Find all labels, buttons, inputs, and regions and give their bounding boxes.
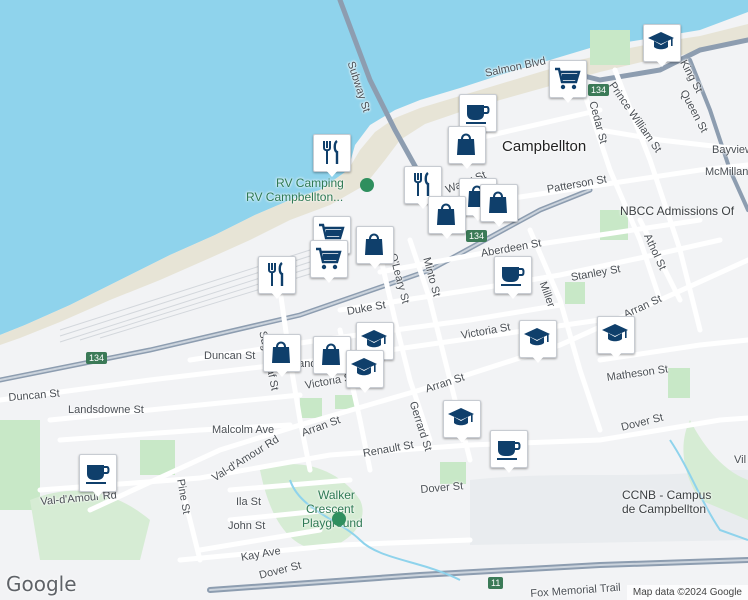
marker-pointer: [460, 161, 474, 169]
rv-campbellton-label[interactable]: RV Campbellton...: [246, 190, 343, 204]
marker-pointer: [492, 219, 506, 227]
marker-pointer: [455, 435, 469, 443]
street-label: Landsdowne St: [68, 404, 144, 416]
poi-marker-shopping-bag[interactable]: [263, 334, 301, 378]
rv-camping-label[interactable]: RV Camping: [276, 176, 344, 190]
poi-marker-shopping-bag[interactable]: [480, 184, 518, 228]
marker-pointer: [270, 291, 284, 299]
marker-pointer: [561, 95, 575, 103]
marker-pointer: [91, 489, 105, 497]
poi-marker-shopping-bag[interactable]: [448, 126, 486, 170]
marker-pointer: [368, 261, 382, 269]
poi-marker-grocery-cart[interactable]: [310, 240, 348, 284]
poi-marker-shopping-bag[interactable]: [428, 196, 466, 240]
route-shield: 11: [488, 577, 504, 589]
map-canvas[interactable]: Salmon Blvd Subway St King St Queen St P…: [0, 0, 748, 600]
poi-marker-school[interactable]: [597, 316, 635, 360]
street-label: Malcolm Ave: [212, 424, 275, 436]
marker-pointer: [506, 291, 520, 299]
poi-marker-coffee-cup[interactable]: [494, 256, 532, 300]
google-logo: Google: [6, 572, 77, 596]
poi-marker-shopping-bag[interactable]: [356, 226, 394, 270]
map-attribution[interactable]: Map data ©2024 Google: [626, 585, 748, 600]
campground-icon[interactable]: [360, 178, 374, 192]
marker-pointer: [531, 355, 545, 363]
poi-marker-school[interactable]: [643, 24, 681, 68]
street-label: Bayview: [712, 144, 748, 156]
street-label: John St: [228, 520, 266, 532]
marker-pointer: [502, 465, 516, 473]
poi-marker-grocery-cart[interactable]: [549, 60, 587, 104]
poi-marker-coffee-cup[interactable]: [490, 430, 528, 474]
street-label: Ila St: [236, 496, 262, 508]
poi-marker-coffee-cup[interactable]: [79, 454, 117, 498]
route-shield: 134: [86, 352, 108, 364]
poi-marker-restaurant[interactable]: [258, 256, 296, 300]
street-label: McMillan: [705, 166, 748, 178]
marker-pointer: [440, 231, 454, 239]
street-label: Duncan St: [204, 350, 256, 362]
marker-pointer: [275, 369, 289, 377]
marker-pointer: [322, 275, 336, 283]
marker-pointer: [325, 371, 339, 379]
ccnb-label-line2[interactable]: de Campbellton: [622, 502, 706, 516]
route-shield: 134: [466, 230, 488, 242]
marker-pointer: [325, 169, 339, 177]
poi-marker-school[interactable]: [519, 320, 557, 364]
park-icon[interactable]: [332, 512, 346, 526]
marker-pointer: [609, 351, 623, 359]
ccnb-label[interactable]: CCNB - Campus: [622, 488, 711, 502]
marker-pointer: [655, 59, 669, 67]
poi-marker-school[interactable]: [443, 400, 481, 444]
marker-pointer: [358, 385, 372, 393]
walker-playground-label-2[interactable]: Crescent: [306, 502, 354, 516]
route-shield: 134: [588, 84, 610, 96]
poi-marker-school[interactable]: [346, 350, 384, 394]
nbcc-label[interactable]: NBCC Admissions Of: [620, 204, 734, 218]
street-label: Vil: [734, 454, 747, 466]
poi-marker-restaurant[interactable]: [313, 134, 351, 178]
walker-playground-label[interactable]: Walker: [318, 488, 355, 502]
city-label: Campbellton: [502, 138, 587, 155]
